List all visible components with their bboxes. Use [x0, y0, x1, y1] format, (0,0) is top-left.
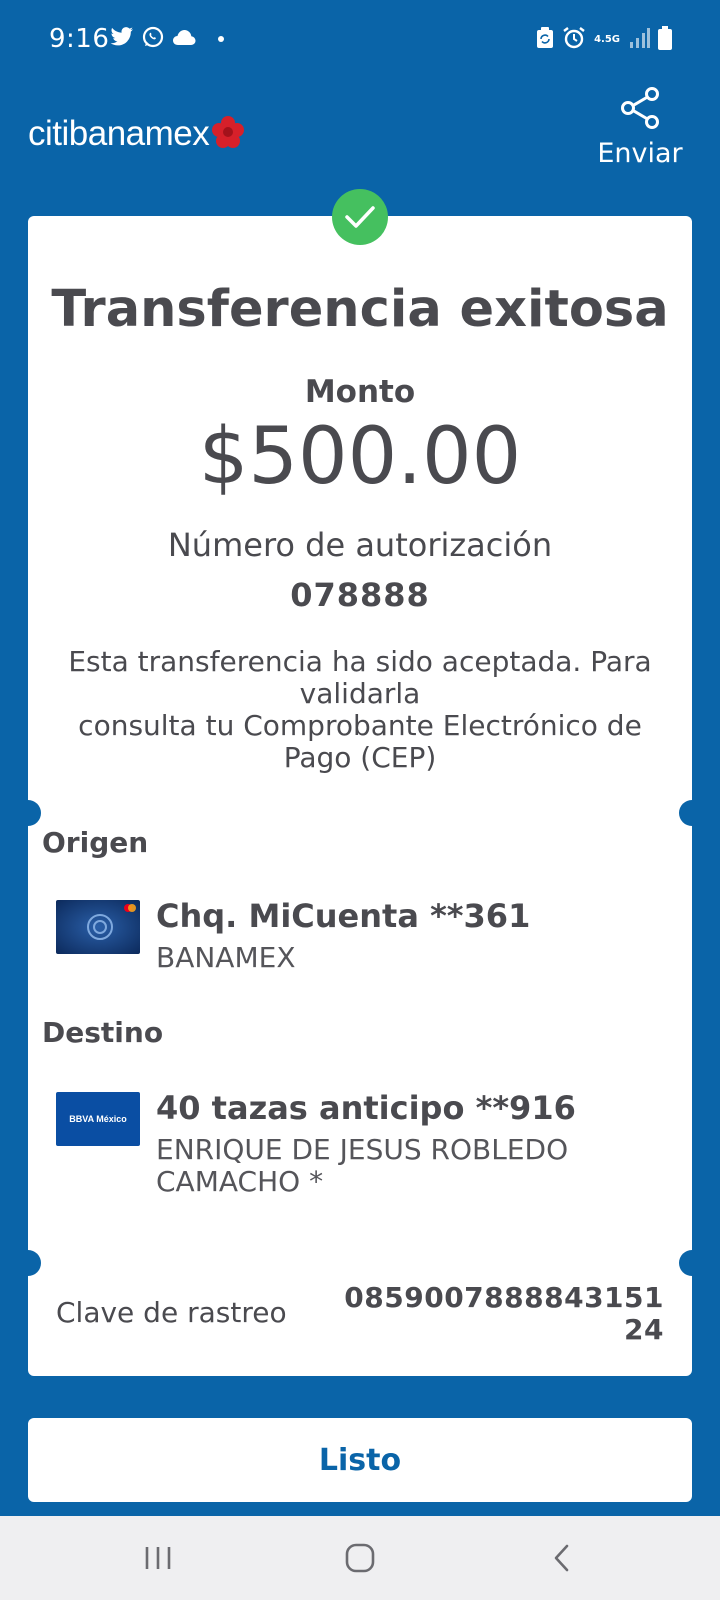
- amount-value: $500.00: [198, 412, 522, 502]
- share-button[interactable]: Enviar: [588, 86, 692, 169]
- card-thumbnail: [56, 900, 140, 954]
- destination-account-name: 40 tazas anticipo **916: [156, 1089, 576, 1127]
- success-check-icon: [332, 189, 388, 245]
- tracking-key-label: Clave de rastreo: [56, 1296, 287, 1329]
- back-button[interactable]: [532, 1538, 592, 1578]
- share-icon: [618, 87, 662, 134]
- recent-apps-button[interactable]: [128, 1538, 188, 1578]
- cloud-icon: [172, 29, 196, 49]
- share-label: Enviar: [597, 138, 683, 169]
- ticket-notch: [679, 1250, 692, 1276]
- sync-icon: [536, 27, 554, 53]
- system-nav-bar: [0, 1516, 720, 1600]
- banamex-flower-icon: [211, 115, 245, 153]
- authorization-number: 078888: [290, 576, 430, 614]
- status-time: 9:16: [49, 24, 110, 54]
- origin-bank: BANAMEX: [156, 941, 296, 974]
- back-icon: [554, 1544, 569, 1572]
- ticket-notch: [679, 800, 692, 826]
- page-title: Transferencia exitosa: [51, 280, 669, 339]
- notification-dot-icon: [218, 36, 224, 42]
- authorization-label: Número de autorización: [167, 526, 553, 564]
- origin-label: Origen: [42, 826, 149, 859]
- alarm-icon: [562, 26, 586, 54]
- ticket-notch: [28, 800, 41, 826]
- destination-holder: ENRIQUE DE JESUS ROBLEDO CAMACHO *: [156, 1133, 569, 1198]
- destination-account: BBVA México 40 tazas anticipo **916 ENRI…: [56, 1088, 676, 1198]
- info-message: Esta transferencia ha sido aceptada. Par…: [68, 645, 652, 774]
- signal-icon: [628, 28, 650, 52]
- bank-logo: BBVA México: [56, 1092, 140, 1146]
- origin-account: Chq. MiCuenta **361 BANAMEX: [56, 896, 676, 974]
- origin-account-name: Chq. MiCuenta **361: [156, 897, 531, 935]
- citibanamex-logo: citibanamex: [28, 114, 245, 154]
- home-icon: [345, 1543, 375, 1573]
- home-button[interactable]: [330, 1538, 390, 1578]
- done-button[interactable]: Listo: [28, 1418, 692, 1502]
- battery-icon: [658, 26, 672, 54]
- twitter-icon: [110, 27, 134, 51]
- recent-apps-icon: [145, 1547, 171, 1569]
- whatsapp-icon: [142, 26, 164, 52]
- amount-label: Monto: [304, 374, 416, 410]
- destination-label: Destino: [42, 1016, 164, 1049]
- app-header: citibanamex Enviar: [0, 84, 720, 204]
- tracking-key-value: 085900788884315124: [344, 1281, 664, 1346]
- network-type: 4.5G: [594, 34, 620, 45]
- logo-text: citibanamex: [28, 114, 210, 153]
- receipt-card: Transferencia exitosa Monto $500.00 Núme…: [28, 216, 692, 1376]
- status-bar: 9:16 4.5G: [0, 0, 720, 84]
- ticket-notch: [28, 1250, 41, 1276]
